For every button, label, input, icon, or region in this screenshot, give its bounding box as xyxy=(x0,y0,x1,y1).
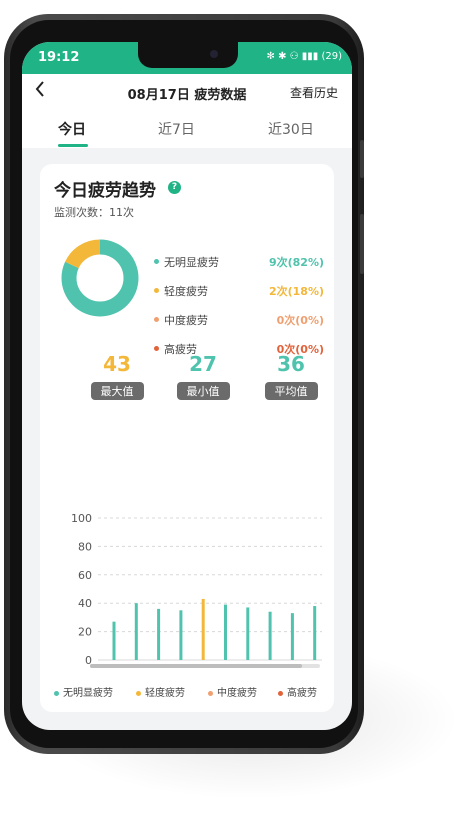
stat-min-value: 27 xyxy=(189,352,217,376)
y-tick-label: 20 xyxy=(78,626,92,639)
legend-dot xyxy=(154,346,159,351)
stage: 19:12 ✻ ✱ ⚇ ▮▮▮ (29) 08月17日 疲劳数据 查看历史 今日… xyxy=(0,0,474,820)
y-tick-label: 100 xyxy=(71,512,92,525)
fatigue-bar-chart: 10080604020012:5913:2914:5915:2915:5916:… xyxy=(71,512,334,664)
bar xyxy=(179,610,183,660)
tab-7-days[interactable]: 近7日 xyxy=(158,119,195,139)
tab-bar: 今日 近7日 近30日 xyxy=(22,110,352,148)
question-icon[interactable]: ? xyxy=(168,181,181,194)
stat-avg-value: 36 xyxy=(277,352,305,376)
chart-legend: 无明显疲劳 轻度疲劳 中度疲劳 高疲劳 xyxy=(40,684,334,700)
y-tick-label: 80 xyxy=(78,540,92,553)
legend-value: 9次(82%) xyxy=(268,256,324,269)
x-tick-label: 1 xyxy=(329,662,334,664)
stat-min: 27 最小值 xyxy=(168,352,238,400)
y-tick-label: 0 xyxy=(85,654,92,664)
bar xyxy=(157,608,161,660)
power-button xyxy=(360,214,364,274)
legend-dot xyxy=(154,288,159,293)
chart-scrollbar[interactable] xyxy=(90,664,320,668)
camera-icon xyxy=(210,50,218,58)
stat-avg-label: 平均值 xyxy=(264,382,318,400)
screen: 19:12 ✻ ✱ ⚇ ▮▮▮ (29) 08月17日 疲劳数据 查看历史 今日… xyxy=(22,42,352,730)
stat-max: 43 最大值 xyxy=(82,352,152,400)
chart-legend-item: 无明显疲劳 xyxy=(54,684,113,699)
legend-label: 中度疲劳 xyxy=(164,314,208,327)
tab-indicator xyxy=(58,144,88,147)
nav-bar: 08月17日 疲劳数据 查看历史 xyxy=(22,74,352,110)
stat-max-value: 43 xyxy=(103,352,131,376)
y-tick-label: 40 xyxy=(78,597,92,610)
legend-value: 0次(0%) xyxy=(276,314,324,327)
chart-scrollbar-thumb[interactable] xyxy=(90,664,302,668)
legend-dot xyxy=(154,317,159,322)
bar xyxy=(290,613,294,660)
bar xyxy=(112,621,116,660)
stat-avg: 36 平均值 xyxy=(256,352,326,400)
monitor-count: 监测次数：11次 xyxy=(54,206,134,219)
stat-min-label: 最小值 xyxy=(176,382,230,400)
tab-today[interactable]: 今日 xyxy=(58,119,86,139)
notch xyxy=(138,42,238,68)
card-title: 今日疲劳趋势 xyxy=(54,181,156,201)
bar xyxy=(134,603,138,660)
legend-row-moderate: 中度疲劳 0次(0%) xyxy=(154,312,324,328)
volume-button xyxy=(360,140,364,178)
bar xyxy=(246,607,250,660)
chart-legend-item: 中度疲劳 xyxy=(208,684,257,699)
bar xyxy=(268,611,272,660)
stat-max-label: 最大值 xyxy=(90,382,144,400)
tab-30-days[interactable]: 近30日 xyxy=(268,119,314,139)
status-icons: ✻ ✱ ⚇ ▮▮▮ (29) xyxy=(266,51,342,62)
legend-row-none: 无明显疲劳 9次(82%) xyxy=(154,254,324,270)
fatigue-trend-card: 今日疲劳趋势 ? 监测次数：11次 无明显疲劳 9次(82%) 轻度疲劳 2次(… xyxy=(40,164,334,712)
legend-label: 轻度疲劳 xyxy=(164,285,208,298)
legend-value: 2次(18%) xyxy=(268,285,324,298)
y-tick-label: 60 xyxy=(78,569,92,582)
legend-row-mild: 轻度疲劳 2次(18%) xyxy=(154,283,324,299)
legend-dot xyxy=(154,259,159,264)
phone-frame: 19:12 ✻ ✱ ⚇ ▮▮▮ (29) 08月17日 疲劳数据 查看历史 今日… xyxy=(4,14,364,754)
bar xyxy=(201,598,205,660)
bar xyxy=(313,606,317,660)
view-history-link[interactable]: 查看历史 xyxy=(290,84,338,101)
chart-legend-item: 轻度疲劳 xyxy=(136,684,185,699)
status-time: 19:12 xyxy=(38,50,80,65)
chart-legend-item: 高疲劳 xyxy=(278,684,317,699)
fatigue-donut-chart xyxy=(61,239,139,317)
legend-label: 无明显疲劳 xyxy=(164,256,219,269)
bar xyxy=(224,604,227,660)
